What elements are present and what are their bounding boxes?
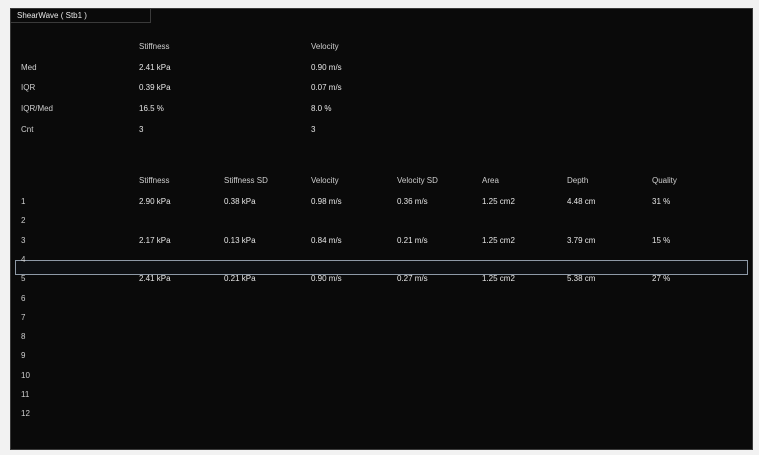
- shearwave-report-screen: ShearWave ( Stb1 ) Stiffness Velocity Me…: [10, 8, 753, 450]
- summary-header-stiffness: Stiffness: [139, 42, 170, 51]
- selected-row-highlight[interactable]: [15, 260, 748, 275]
- summary-iqr-velocity: 0.07 m/s: [311, 83, 342, 92]
- row-index: 8: [21, 332, 26, 341]
- col-header-depth: Depth: [567, 176, 589, 185]
- col-header-stiffness: Stiffness: [139, 176, 170, 185]
- summary-iqrmed-stiffness: 16.5 %: [139, 104, 164, 113]
- table-cell: 31 %: [652, 197, 671, 206]
- table-cell: 0.21 kPa: [224, 274, 256, 283]
- table-cell: 0.98 m/s: [311, 197, 342, 206]
- row-index: 10: [21, 371, 30, 380]
- table-cell: 2.90 kPa: [139, 197, 171, 206]
- table-cell: 0.38 kPa: [224, 197, 256, 206]
- table-cell: 0.36 m/s: [397, 197, 428, 206]
- table-cell: 0.27 m/s: [397, 274, 428, 283]
- row-index: 2: [21, 216, 26, 225]
- table-cell: 0.21 m/s: [397, 236, 428, 245]
- summary-iqrmed-velocity: 8.0 %: [311, 104, 332, 113]
- summary-header-velocity: Velocity: [311, 42, 339, 51]
- table-cell: 5.38 cm: [567, 274, 596, 283]
- col-header-stiffness-sd: Stiffness SD: [224, 176, 268, 185]
- summary-label-cnt: Cnt: [21, 125, 34, 134]
- row-index: 4: [21, 255, 26, 264]
- table-cell: 0.84 m/s: [311, 236, 342, 245]
- row-index: 7: [21, 313, 26, 322]
- row-index: 1: [21, 197, 26, 206]
- summary-iqr-stiffness: 0.39 kPa: [139, 83, 171, 92]
- col-header-velocity-sd: Velocity SD: [397, 176, 438, 185]
- row-index: 3: [21, 236, 26, 245]
- table-cell: 3.79 cm: [567, 236, 596, 245]
- report-title: ShearWave ( Stb1 ): [11, 9, 151, 23]
- summary-label-med: Med: [21, 63, 37, 72]
- summary-label-iqr-med: IQR/Med: [21, 104, 54, 113]
- table-cell: 2.41 kPa: [139, 274, 171, 283]
- col-header-quality: Quality: [652, 176, 677, 185]
- table-cell: 4.48 cm: [567, 197, 596, 206]
- table-cell: 2.17 kPa: [139, 236, 171, 245]
- summary-label-iqr: IQR: [21, 83, 36, 92]
- row-index: 11: [21, 390, 30, 399]
- col-header-area: Area: [482, 176, 499, 185]
- summary-cnt-velocity: 3: [311, 125, 316, 134]
- table-cell: 27 %: [652, 274, 671, 283]
- table-cell: 15 %: [652, 236, 671, 245]
- summary-cnt-stiffness: 3: [139, 125, 144, 134]
- col-header-velocity: Velocity: [311, 176, 339, 185]
- table-cell: 1.25 cm2: [482, 274, 515, 283]
- row-index: 6: [21, 294, 26, 303]
- row-index: 5: [21, 274, 26, 283]
- table-cell: 0.90 m/s: [311, 274, 342, 283]
- table-cell: 0.13 kPa: [224, 236, 256, 245]
- summary-med-stiffness: 2.41 kPa: [139, 63, 171, 72]
- row-index: 12: [21, 409, 30, 418]
- table-cell: 1.25 cm2: [482, 236, 515, 245]
- table-cell: 1.25 cm2: [482, 197, 515, 206]
- row-index: 9: [21, 351, 26, 360]
- summary-med-velocity: 0.90 m/s: [311, 63, 342, 72]
